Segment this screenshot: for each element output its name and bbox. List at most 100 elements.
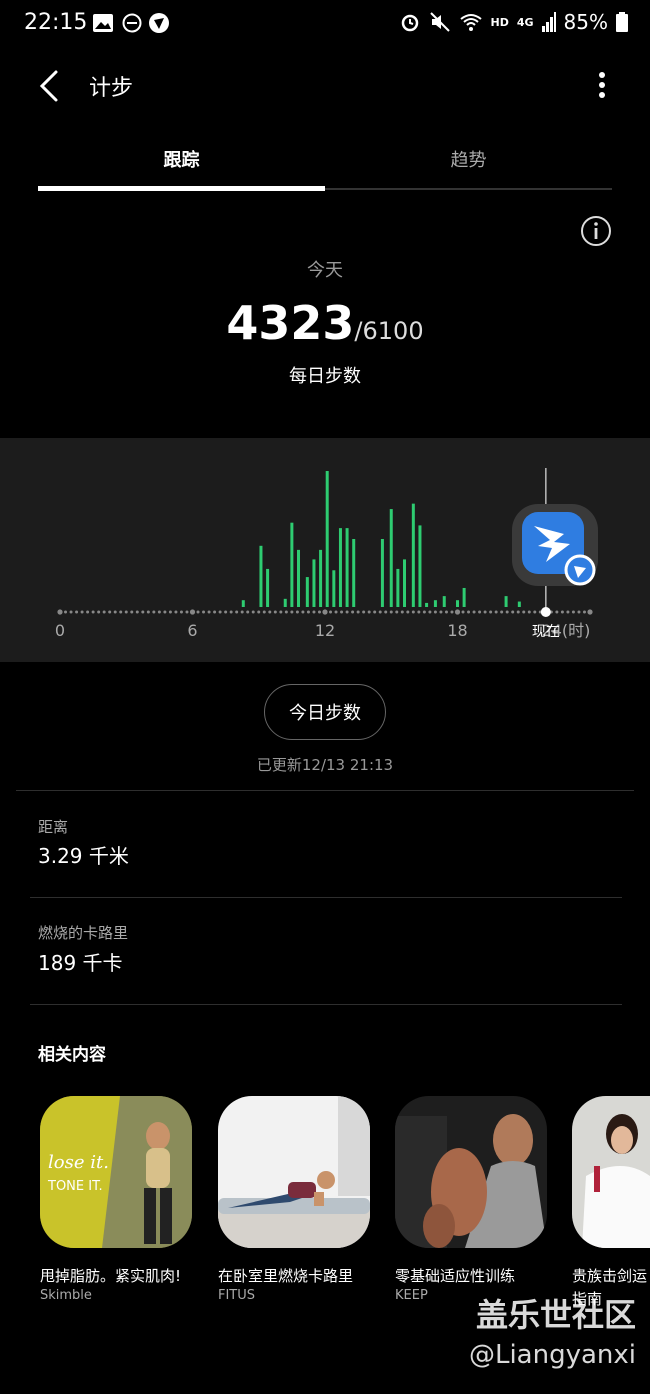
axis-dot (389, 610, 393, 614)
chart-bar (241, 600, 245, 607)
chart-bar (380, 539, 384, 607)
related-card-image[interactable] (395, 1096, 547, 1248)
axis-dot (322, 609, 328, 615)
card-source: FITUS (218, 1288, 256, 1303)
chart-bar (332, 570, 336, 607)
axis-dot (312, 610, 316, 614)
related-card-image[interactable] (218, 1096, 370, 1248)
axis-dot (527, 610, 531, 614)
tab-trend[interactable]: 趋势 (325, 146, 612, 172)
axis-dot (306, 610, 310, 614)
info-icon[interactable] (579, 214, 613, 248)
steps-goal: /6100 (354, 317, 424, 345)
bars (241, 471, 521, 607)
x-tick-label: 6 (187, 621, 197, 640)
chart-bar (290, 522, 294, 607)
updated-timestamp: 已更新12/13 21:13 (256, 756, 394, 774)
steps-count: 4323 (226, 296, 355, 350)
axis-dot (384, 610, 388, 614)
chart-bar (297, 549, 300, 607)
axis-dot (566, 610, 570, 614)
axis-dot (113, 610, 117, 614)
axis-dot (102, 610, 106, 614)
today-steps-button[interactable]: 今日步数 (264, 684, 386, 740)
axis-dot (179, 610, 183, 614)
x-tick-label: 0 (55, 621, 65, 640)
workout-image: lose it. TONE IT. (40, 1096, 192, 1248)
axis-dot (533, 610, 537, 614)
axis-dot (290, 610, 294, 614)
axis-dot (367, 610, 371, 614)
x-tick-label: 18 (447, 621, 467, 640)
axis-dot (240, 610, 244, 614)
axis-dot (422, 610, 426, 614)
axis-dot (108, 610, 112, 614)
axis-dot (295, 610, 299, 614)
axis-dot (345, 610, 349, 614)
axis-dot (395, 610, 399, 614)
chart-bar (266, 568, 270, 607)
axis-dot (246, 610, 250, 614)
axis-dot (152, 610, 156, 614)
chart-bar (345, 528, 349, 607)
watermark-handle: @Liangyanxi (468, 1340, 636, 1370)
related-card-image[interactable]: lose it. TONE IT. (40, 1096, 192, 1248)
axis-dot (433, 610, 437, 614)
chart-bar (338, 528, 342, 607)
card-title: 贵族击剑运 (572, 1267, 648, 1285)
hd-indicator: HD (490, 15, 509, 29)
chart-bar (283, 598, 287, 607)
axis-dot (378, 610, 382, 614)
axis-dot (555, 610, 559, 614)
today-label: 今天 (307, 260, 343, 281)
chart-bar (319, 549, 323, 607)
axis-dot (91, 610, 95, 614)
dnd-icon (122, 13, 142, 33)
axis-dot (454, 609, 461, 615)
axis-dot (141, 610, 145, 614)
axis-dot (301, 610, 305, 614)
axis-dot (202, 610, 206, 614)
axis-dot (461, 610, 465, 614)
axis-dot (400, 610, 404, 614)
axis-dot (97, 610, 101, 614)
chart-bar (389, 509, 393, 607)
back-arrow-icon[interactable] (30, 64, 70, 108)
axis-dot (174, 610, 178, 614)
axis-dot (450, 610, 454, 614)
chart-bar (456, 600, 459, 607)
card-title: 在卧室里燃烧卡路里 (218, 1267, 354, 1285)
floating-app-icon[interactable] (512, 504, 598, 586)
axis-dot (489, 610, 493, 614)
steps-caption: 每日步数 (289, 366, 361, 387)
alarm-icon (401, 14, 418, 32)
axis-dot (582, 610, 586, 614)
axis-dot (135, 610, 139, 614)
tab-tracking[interactable]: 跟踪 (38, 146, 325, 172)
axis-dot (86, 610, 90, 614)
calories-label: 燃烧的卡路里 (38, 924, 129, 942)
related-card-image[interactable] (572, 1096, 650, 1248)
axis-dot (196, 610, 200, 614)
watermark-title: 盖乐世社区 (475, 1296, 636, 1334)
axis-dot (560, 610, 564, 614)
axis-dot (229, 610, 233, 614)
axis-dot (411, 610, 415, 614)
axis-dot (472, 610, 476, 614)
divider (30, 1004, 622, 1005)
axis-dot (587, 609, 593, 615)
chart-bar (411, 503, 415, 607)
axis-dot (500, 610, 504, 614)
axis-dot (185, 610, 189, 614)
axis-dot (224, 610, 228, 614)
axis-dot (340, 610, 344, 614)
page-title: 计步 (89, 76, 134, 101)
axis-dot (168, 610, 172, 614)
more-options-icon[interactable] (590, 68, 614, 104)
axis-dot (80, 610, 84, 614)
chart-bar (305, 577, 309, 607)
axis-dot (467, 610, 471, 614)
chart-bar (462, 587, 466, 607)
axis-dot (478, 610, 482, 614)
axis-dot (57, 609, 63, 615)
